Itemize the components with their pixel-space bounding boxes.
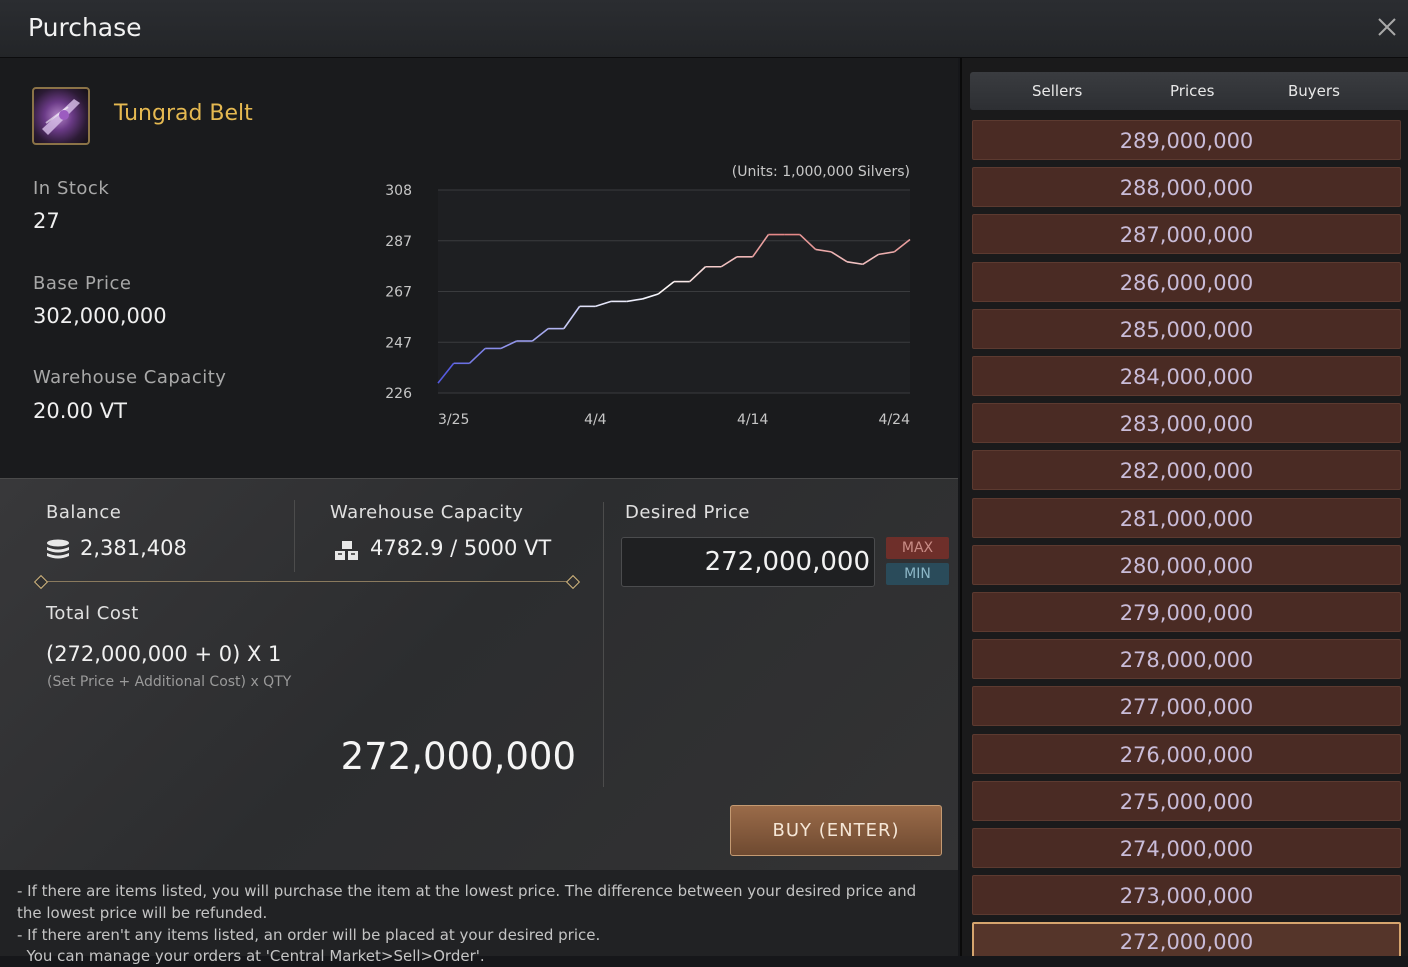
- desired-price-input[interactable]: 272,000,000: [621, 537, 875, 587]
- item-name: Tungrad Belt: [114, 101, 253, 126]
- tab-prices[interactable]: Prices: [1170, 82, 1214, 100]
- price-row[interactable]: 281,000,000: [972, 497, 1401, 538]
- tab-sellers[interactable]: Sellers: [1032, 82, 1082, 100]
- warehouse-capacity-value: 4782.9 / 5000 VT: [370, 536, 552, 560]
- y-tick-label: 267: [385, 285, 412, 301]
- base-price-value: 302,000,000: [33, 304, 167, 328]
- silver-coins-icon: [47, 539, 69, 559]
- x-tick-label: 4/4: [584, 412, 607, 428]
- window-title: Purchase: [28, 13, 142, 42]
- tab-buyers[interactable]: Buyers: [1288, 82, 1340, 100]
- price-row[interactable]: 287,000,000: [972, 214, 1401, 255]
- purchase-notes: - If there are items listed, you will pu…: [0, 870, 958, 965]
- title-bar: Purchase: [0, 0, 1408, 58]
- in-stock-value: 27: [33, 209, 60, 233]
- price-row[interactable]: 278,000,000: [972, 639, 1401, 680]
- price-row[interactable]: 275,000,000: [972, 780, 1401, 821]
- y-tick-label: 287: [385, 234, 412, 250]
- belt-item-icon: [32, 87, 90, 145]
- base-price-label: Base Price: [33, 273, 132, 294]
- price-row[interactable]: 286,000,000: [972, 261, 1401, 302]
- price-row[interactable]: 274,000,000: [972, 828, 1401, 868]
- price-row[interactable]: 276,000,000: [972, 733, 1401, 774]
- warehouse-boxes-icon: [335, 541, 358, 560]
- x-tick-label: 3/25: [438, 412, 469, 428]
- desired-price-label: Desired Price: [625, 502, 750, 523]
- price-history-chart: 308 287 267 247 226 3/25 4/4 4/14 4/24: [385, 183, 911, 428]
- y-tick-label: 247: [385, 335, 412, 351]
- balance-label: Balance: [46, 502, 122, 523]
- price-row[interactable]: 273,000,000: [972, 875, 1401, 916]
- price-row[interactable]: 279,000,000: [972, 592, 1401, 632]
- quantity-slider-track[interactable]: [41, 581, 573, 582]
- price-row[interactable]: 272,000,000: [972, 922, 1401, 956]
- divider: [294, 500, 295, 572]
- balance-value: 2,381,408: [80, 536, 187, 560]
- close-icon[interactable]: [1376, 16, 1398, 38]
- max-price-button[interactable]: MAX: [886, 537, 949, 559]
- price-row[interactable]: 289,000,000: [972, 120, 1401, 160]
- in-stock-label: In Stock: [33, 178, 110, 199]
- min-price-button[interactable]: MIN: [886, 563, 949, 585]
- item-warehouse-label: Warehouse Capacity: [33, 367, 227, 388]
- price-row[interactable]: 277,000,000: [972, 686, 1401, 727]
- price-row[interactable]: 283,000,000: [972, 403, 1401, 444]
- warehouse-capacity-label: Warehouse Capacity: [330, 502, 524, 523]
- x-tick-label: 4/14: [737, 412, 769, 428]
- note-text: You can manage your orders at 'Central M…: [17, 947, 485, 965]
- total-cost-formula: (272,000,000 + 0) X 1: [46, 642, 282, 666]
- price-row[interactable]: 280,000,000: [972, 544, 1401, 585]
- y-tick-label: 226: [385, 386, 412, 402]
- total-cost-value: 272,000,000: [340, 735, 576, 778]
- market-price-list: Sellers Prices Buyers 289,000,000 288,000…: [960, 58, 1408, 956]
- price-list-tabs: Sellers Prices Buyers: [970, 72, 1408, 110]
- price-row[interactable]: 285,000,000: [972, 308, 1401, 349]
- y-tick-label: 308: [385, 183, 412, 199]
- price-row[interactable]: 288,000,000: [972, 167, 1401, 208]
- divider: [603, 502, 604, 787]
- price-row[interactable]: 284,000,000: [972, 356, 1401, 396]
- price-row[interactable]: 282,000,000: [972, 450, 1401, 491]
- total-cost-hint: (Set Price + Additional Cost) x QTY: [47, 674, 292, 690]
- note-text: - If there aren't any items listed, an o…: [17, 926, 601, 944]
- note-text: - If there are items listed, you will pu…: [17, 882, 917, 922]
- item-warehouse-value: 20.00 VT: [33, 399, 127, 423]
- total-cost-label: Total Cost: [46, 603, 139, 624]
- x-tick-label: 4/24: [879, 412, 911, 428]
- buy-button[interactable]: BUY (ENTER): [730, 805, 942, 856]
